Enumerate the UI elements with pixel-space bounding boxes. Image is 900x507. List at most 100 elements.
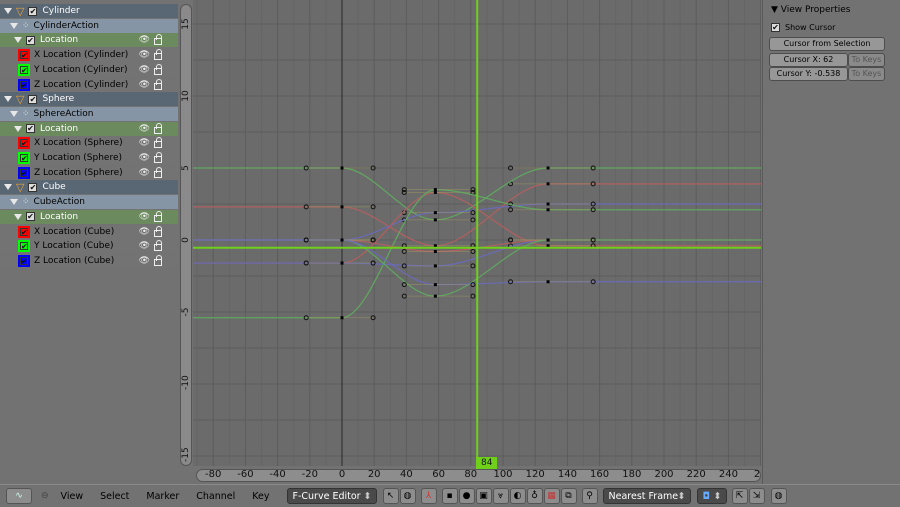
checkbox-icon[interactable]: ✔: [28, 6, 38, 16]
pivot-axes-icon[interactable]: ⅄: [420, 488, 437, 504]
editor-type-icon[interactable]: ∿: [6, 488, 32, 504]
ghost-icon[interactable]: ◍: [399, 488, 416, 504]
eye-icon[interactable]: 👁: [139, 168, 150, 178]
checkbox-icon[interactable]: ✔: [28, 182, 38, 192]
filter-fcurve-icon[interactable]: ⩔: [492, 488, 509, 504]
checkbox-icon[interactable]: ✔: [26, 212, 35, 222]
current-frame-indicator[interactable]: 84: [476, 457, 498, 469]
checkbox-icon[interactable]: ✔: [28, 94, 38, 104]
eye-icon[interactable]: 👁: [139, 124, 150, 134]
show-cursor-checkbox[interactable]: ✔ Show Cursor: [771, 23, 835, 32]
channel-row-grp[interactable]: ✔ Location 👁: [0, 209, 178, 224]
lock-icon[interactable]: [154, 152, 162, 163]
pivot-point-select[interactable]: ◘: [696, 488, 727, 505]
channel-row-grp[interactable]: ✔ Location 👁: [0, 121, 178, 136]
expand-icon[interactable]: [4, 96, 12, 103]
channel-row-ch[interactable]: ✔ X Location (Sphere) 👁: [0, 136, 178, 151]
filter-material-icon[interactable]: ◐: [509, 488, 526, 504]
eye-icon[interactable]: 👁: [139, 212, 150, 222]
eye-icon[interactable]: 👁: [139, 138, 150, 148]
lock-icon[interactable]: [154, 254, 162, 266]
cursor-from-selection-button[interactable]: Cursor from Selection: [769, 37, 885, 51]
expand-icon[interactable]: [14, 213, 22, 220]
eye-icon[interactable]: 👁: [139, 241, 150, 251]
eye-icon[interactable]: 👁: [139, 153, 150, 163]
color-swatch-checkbox[interactable]: ✔: [18, 240, 30, 253]
cursor-x-field[interactable]: Cursor X: 62: [769, 53, 848, 67]
filter-texture-icon[interactable]: ▦: [543, 488, 560, 504]
view-properties-header[interactable]: ▼ View Properties: [771, 5, 851, 15]
lock-icon[interactable]: [154, 137, 162, 149]
lock-icon[interactable]: [154, 78, 162, 90]
lock-icon[interactable]: [154, 225, 162, 237]
channel-row-act[interactable]: ⁘ CubeAction: [0, 195, 178, 210]
mode-select[interactable]: F-Curve Editor: [286, 488, 377, 505]
checkbox-icon[interactable]: ✔: [26, 124, 35, 134]
menu-channel[interactable]: Channel: [196, 491, 235, 502]
color-swatch-checkbox[interactable]: ✔: [18, 225, 30, 238]
expand-icon[interactable]: [14, 125, 22, 132]
filter-world-icon[interactable]: ●: [458, 488, 475, 504]
graph-area[interactable]: [193, 0, 761, 466]
cursor-y-field[interactable]: Cursor Y: -0.538: [769, 67, 848, 81]
expand-icon[interactable]: [4, 8, 12, 14]
checkbox-icon[interactable]: ✔: [26, 35, 35, 45]
eye-icon[interactable]: 👁: [139, 65, 150, 75]
lock-icon[interactable]: [154, 240, 162, 252]
color-swatch-checkbox[interactable]: ✔: [18, 166, 30, 179]
cursor-x-to-keys-button[interactable]: To Keys: [848, 53, 885, 67]
color-swatch-checkbox[interactable]: ✔: [18, 63, 30, 76]
channel-row-ch[interactable]: ✔ Y Location (Cube) 👁: [0, 239, 178, 254]
channel-row-act[interactable]: ⁘ SphereAction: [0, 106, 178, 121]
channel-row-ch[interactable]: ✔ Z Location (Cylinder) 👁: [0, 77, 178, 92]
expand-icon[interactable]: [4, 184, 12, 191]
lock-icon[interactable]: [154, 63, 162, 75]
expand-icon[interactable]: [10, 110, 18, 117]
paste-keys-icon[interactable]: ⇲: [748, 488, 765, 504]
color-swatch-checkbox[interactable]: ✔: [18, 78, 30, 91]
channel-row-ch[interactable]: ✔ Y Location (Sphere) 👁: [0, 151, 178, 165]
expand-icon[interactable]: [10, 199, 18, 206]
copy-keys-icon[interactable]: ⇱: [731, 488, 748, 504]
channel-row-obj[interactable]: ▽ ✔ Cube: [0, 180, 178, 195]
channel-row-obj[interactable]: ▽ ✔ Cylinder: [0, 4, 178, 18]
expand-icon[interactable]: [10, 22, 18, 29]
eye-icon[interactable]: 👁: [139, 50, 150, 60]
color-swatch-checkbox[interactable]: ✔: [18, 49, 30, 62]
channel-row-ch[interactable]: ✔ Z Location (Cube) 👁: [0, 253, 178, 268]
channel-row-ch[interactable]: ✔ Y Location (Cylinder) 👁: [0, 62, 178, 77]
create-ghost-curves-icon[interactable]: ◍: [770, 488, 787, 504]
menu-key[interactable]: Key: [252, 491, 269, 502]
eye-icon[interactable]: 👁: [139, 35, 150, 45]
menu-view[interactable]: View: [61, 491, 84, 502]
eye-icon[interactable]: 👁: [139, 80, 150, 90]
menu-marker[interactable]: Marker: [146, 491, 179, 502]
channel-row-ch[interactable]: ✔ Z Location (Sphere) 👁: [0, 165, 178, 180]
color-swatch-checkbox[interactable]: ✔: [18, 137, 30, 150]
only-selected-icon[interactable]: ↖: [382, 488, 399, 504]
lock-icon[interactable]: [154, 34, 162, 46]
channel-row-grp[interactable]: ✔ Location 👁: [0, 33, 178, 48]
cursor-y-to-keys-button[interactable]: To Keys: [848, 67, 885, 81]
collapse-menu-icon[interactable]: ⊖: [41, 491, 49, 501]
color-swatch-checkbox[interactable]: ✔: [18, 254, 30, 267]
lock-icon[interactable]: [154, 49, 162, 61]
filter-lamp-icon[interactable]: ♁: [526, 488, 543, 504]
lock-icon[interactable]: [154, 210, 162, 222]
lock-icon[interactable]: [154, 122, 162, 134]
color-swatch-checkbox[interactable]: ✔: [18, 152, 30, 164]
filter-scene-icon[interactable]: ▣: [475, 488, 492, 504]
channel-row-act[interactable]: ⁘ CylinderAction: [0, 18, 178, 33]
menu-select[interactable]: Select: [100, 491, 129, 502]
channel-row-ch[interactable]: ✔ X Location (Cylinder) 👁: [0, 48, 178, 63]
lock-icon[interactable]: [154, 166, 162, 178]
channel-row-ch[interactable]: ✔ X Location (Cube) 👁: [0, 224, 178, 239]
filter-nodes-icon[interactable]: ⧉: [560, 488, 577, 504]
search-filter-icon[interactable]: ⚲: [581, 488, 598, 504]
filter-objects-icon[interactable]: ▪: [441, 488, 458, 504]
expand-icon[interactable]: [14, 37, 22, 44]
auto-snap-select[interactable]: Nearest Frame: [602, 488, 691, 505]
eye-icon[interactable]: 👁: [139, 227, 150, 237]
channel-row-obj[interactable]: ▽ ✔ Sphere: [0, 92, 178, 107]
eye-icon[interactable]: 👁: [139, 256, 150, 266]
